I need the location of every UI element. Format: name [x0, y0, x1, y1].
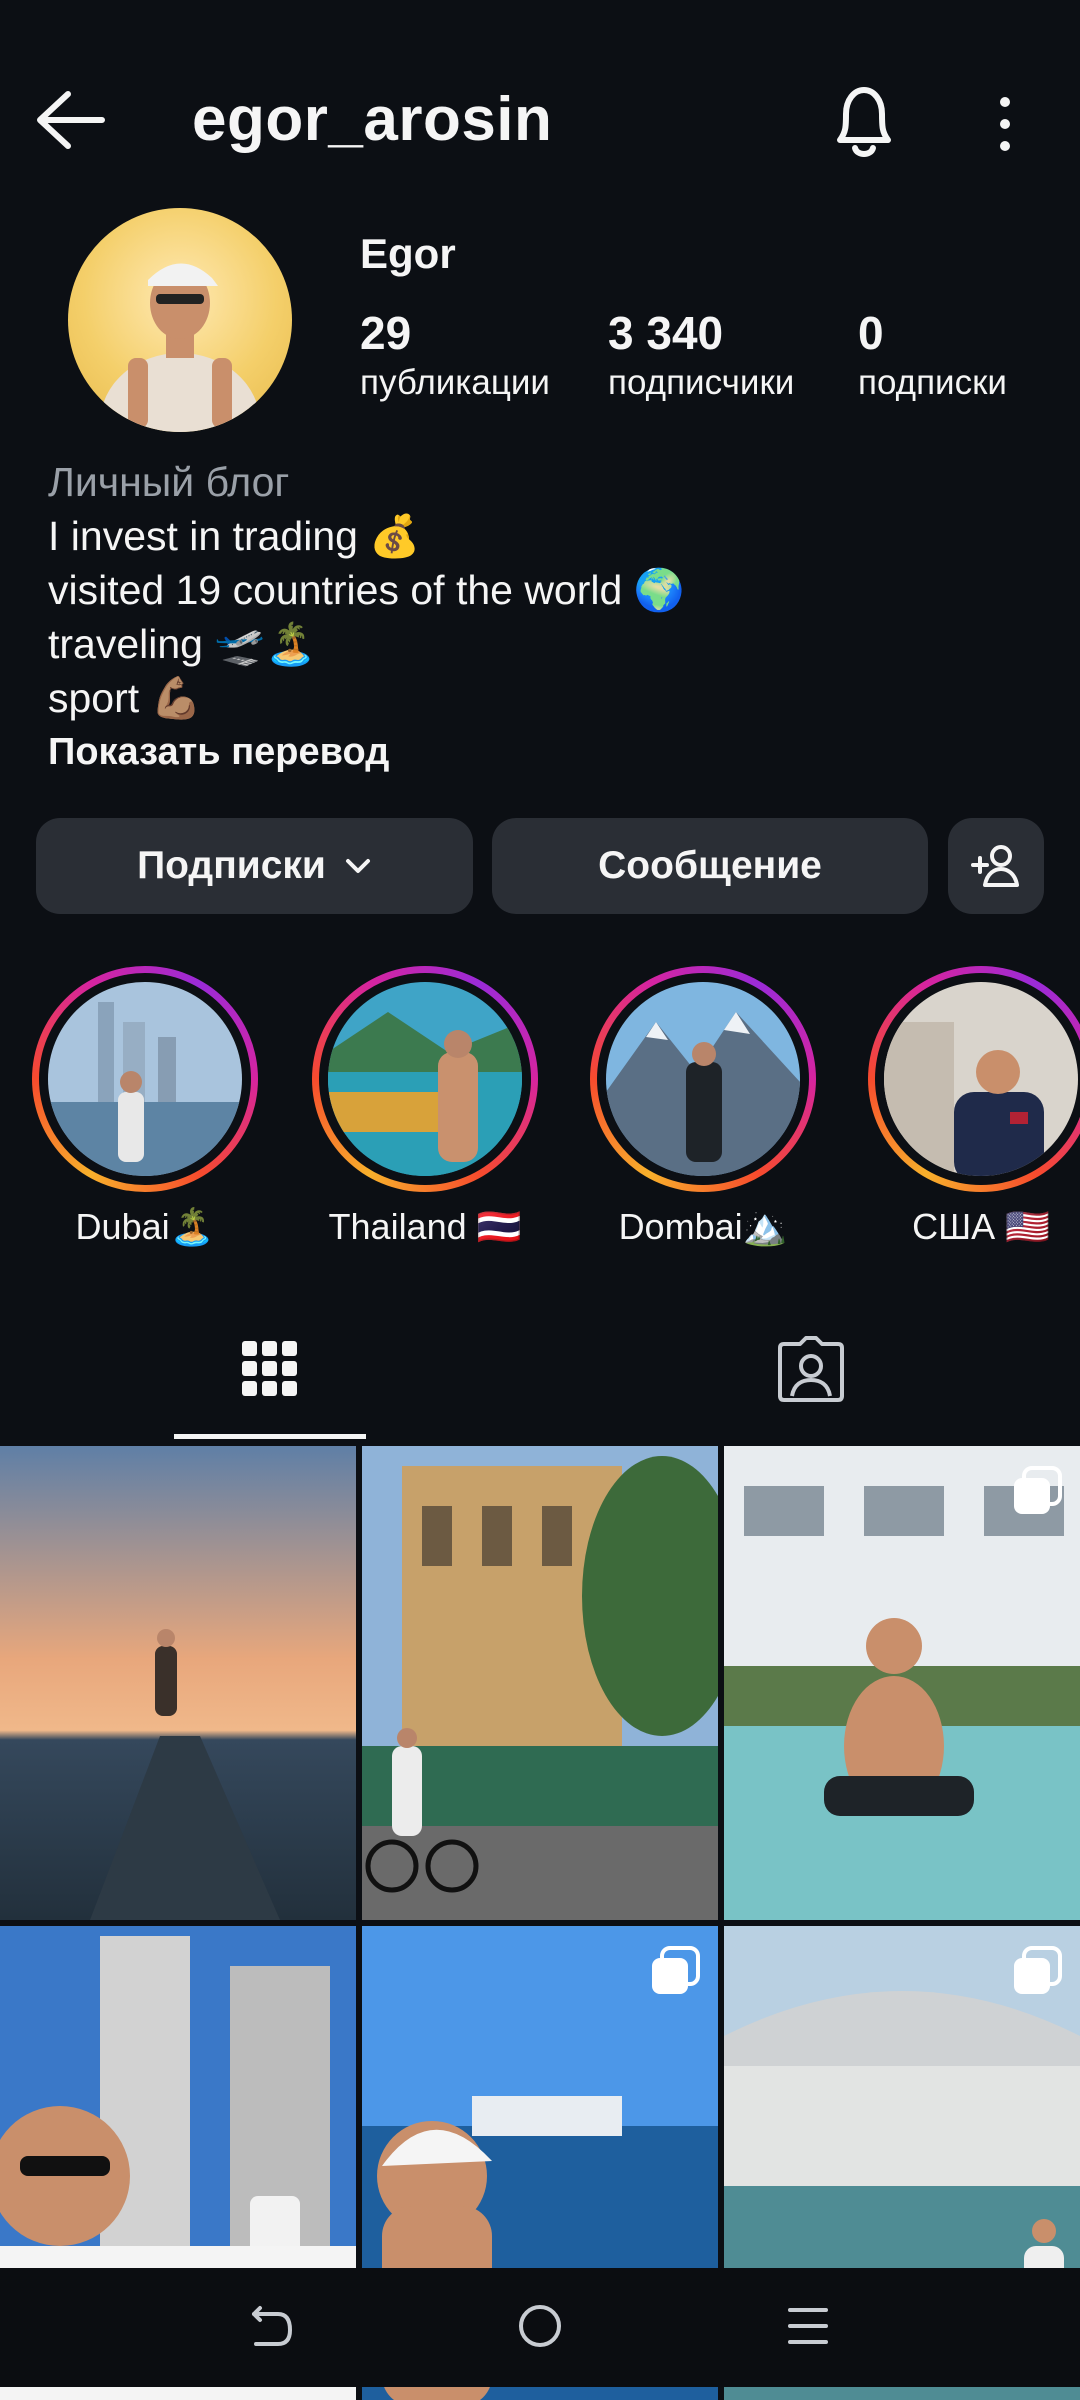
nav-recents-icon[interactable]	[786, 2304, 830, 2348]
tagged-person-icon	[778, 1336, 844, 1402]
stat-posts[interactable]: 29 публикации	[360, 305, 550, 405]
highlight-cover	[606, 982, 800, 1176]
highlight-cover	[328, 982, 522, 1176]
grid-icon	[242, 1341, 298, 1397]
stat-following[interactable]: 0 подписки	[858, 305, 1007, 405]
carousel-icon	[1012, 1466, 1062, 1516]
tab-posts-grid[interactable]	[174, 1300, 366, 1438]
message-button[interactable]: Сообщение	[492, 818, 928, 914]
posts-count: 29	[360, 307, 412, 359]
system-nav-bar	[0, 2268, 1080, 2387]
display-name: Egor	[360, 230, 456, 277]
active-tab-indicator	[174, 1434, 366, 1439]
highlight-dombai[interactable]: Dombai🏔️	[590, 966, 816, 1248]
stat-followers[interactable]: 3 340 подписчики	[608, 305, 794, 405]
following-label: подписки	[858, 363, 1007, 402]
highlight-label: Thailand 🇹🇭	[328, 1206, 522, 1247]
bio-line: visited 19 countries of the world 🌍	[48, 567, 685, 613]
carousel-icon	[650, 1946, 700, 1996]
following-button[interactable]: Подписки	[36, 818, 473, 914]
profile-avatar[interactable]	[68, 208, 292, 432]
bio-line: I invest in trading 💰	[48, 513, 421, 559]
following-button-label: Подписки	[137, 844, 326, 887]
add-user-button[interactable]	[948, 818, 1044, 914]
highlight-thailand[interactable]: Thailand 🇹🇭	[312, 966, 538, 1248]
profile-username: egor_arosin	[192, 85, 553, 154]
nav-back-icon[interactable]	[246, 2298, 296, 2354]
profile-tabs	[0, 1300, 1080, 1440]
highlight-cover	[884, 982, 1078, 1176]
posts-label: публикации	[360, 363, 550, 402]
more-vertical-icon[interactable]	[990, 94, 1020, 154]
chevron-down-icon	[344, 857, 372, 875]
bio-line: traveling 🛫🏝️	[48, 621, 317, 667]
highlight-label: Dubai🏝️	[75, 1206, 215, 1247]
add-user-icon	[969, 843, 1023, 889]
arrow-left-icon[interactable]	[34, 88, 106, 152]
following-count: 0	[858, 307, 884, 359]
profile-header: egor_arosin	[0, 60, 1080, 180]
nav-home-icon[interactable]	[516, 2302, 564, 2350]
carousel-icon	[1012, 1946, 1062, 1996]
bell-icon[interactable]	[826, 80, 902, 164]
followers-count: 3 340	[608, 307, 724, 359]
highlight-label: США 🇺🇸	[912, 1206, 1050, 1247]
bio: Личный блог I invest in trading 💰 visite…	[48, 455, 1048, 779]
show-translation-link[interactable]: Показать перевод	[48, 725, 1048, 779]
post-thumbnail[interactable]	[362, 1446, 718, 1920]
tab-tagged[interactable]	[715, 1300, 907, 1438]
highlight-dubai[interactable]: Dubai🏝️	[32, 966, 258, 1248]
bio-category: Личный блог	[48, 459, 290, 505]
post-thumbnail[interactable]	[724, 1446, 1080, 1920]
followers-label: подписчики	[608, 363, 795, 402]
post-thumbnail[interactable]	[0, 1446, 356, 1920]
highlight-label: Dombai🏔️	[618, 1206, 788, 1247]
highlight-cover	[48, 982, 242, 1176]
bio-line: sport 💪🏽	[48, 675, 202, 721]
message-button-label: Сообщение	[598, 844, 822, 887]
highlight-usa[interactable]: США 🇺🇸	[868, 966, 1080, 1248]
